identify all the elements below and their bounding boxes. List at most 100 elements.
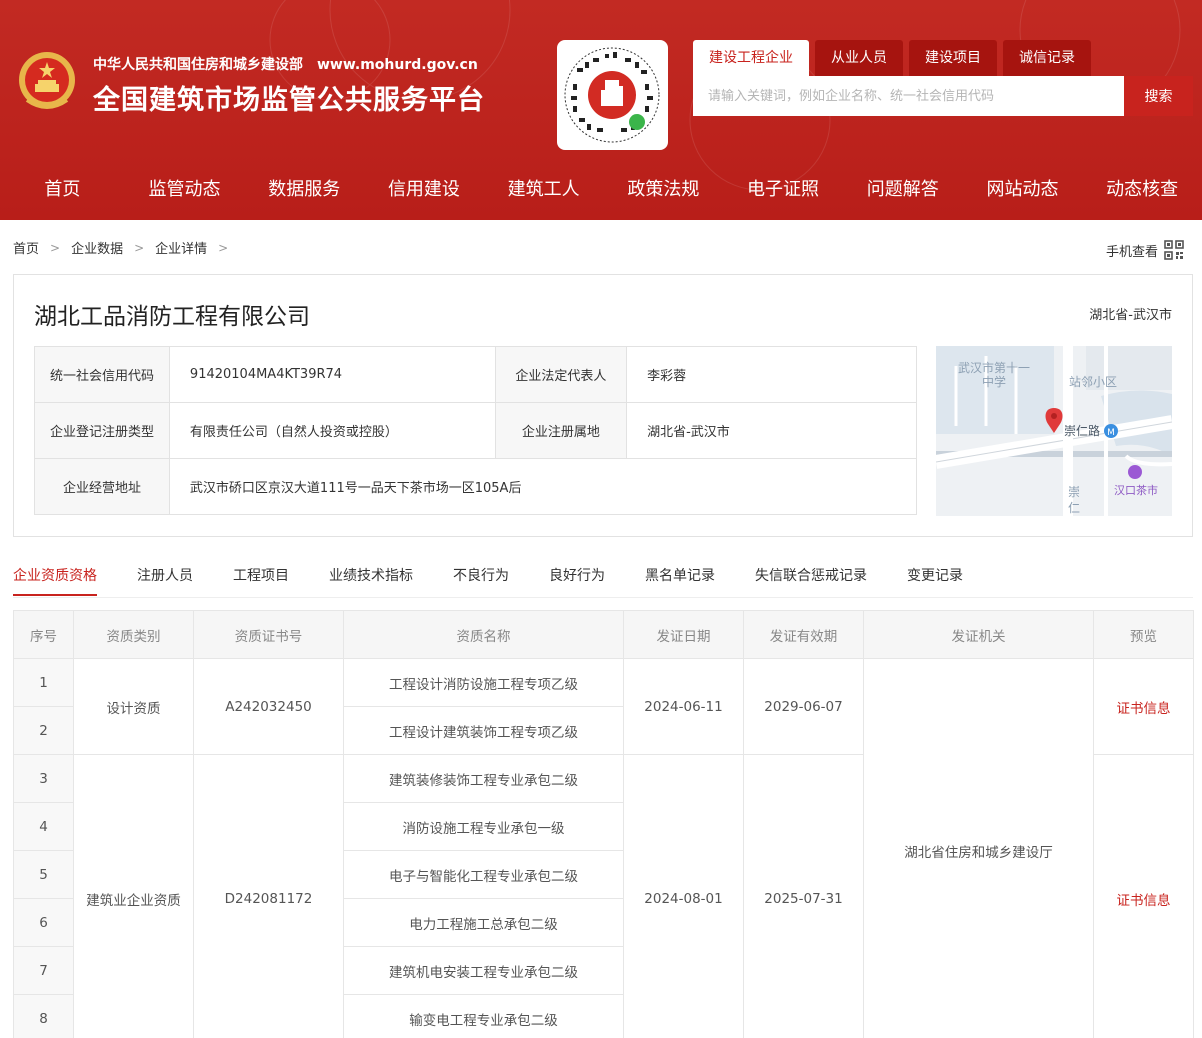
tab-good-conduct[interactable]: 良好行为 — [549, 566, 605, 596]
issue-date: 2024-08-01 — [623, 754, 744, 1038]
map-label-school: 武汉市第十一 — [958, 360, 1030, 375]
preview-cell: 证书信息 — [1093, 658, 1194, 755]
nav-e-license[interactable]: 电子证照 — [723, 160, 843, 220]
ministry-name: 中华人民共和国住房和城乡建设部 — [93, 57, 303, 73]
tab-registered-staff[interactable]: 注册人员 — [137, 566, 193, 596]
tab-joint-punishment[interactable]: 失信联合惩戒记录 — [755, 566, 867, 596]
row-no: 7 — [13, 946, 74, 995]
issuing-authority: 湖北省住房和城乡建设厅 — [863, 658, 1094, 1038]
tab-bad-conduct[interactable]: 不良行为 — [453, 566, 509, 596]
info-row: 企业登记注册类型 有限责任公司（自然人投资或控股） 企业注册属地 湖北省-武汉市 — [34, 402, 917, 459]
address-label: 企业经营地址 — [34, 458, 170, 515]
reg-place-label: 企业注册属地 — [494, 402, 628, 459]
map-label-road-v2: 仁 — [1068, 501, 1080, 515]
tab-change-records[interactable]: 变更记录 — [907, 566, 963, 596]
svg-text:M: M — [1107, 428, 1115, 438]
table-row: 1 设计资质 A242032450 工程设计消防设施工程专项乙级 2024-06… — [13, 658, 1194, 1038]
row-no: 5 — [13, 850, 74, 899]
map-label-road: 崇仁路 — [1064, 423, 1100, 438]
preview-cell: 证书信息 — [1093, 754, 1194, 1038]
tab-projects[interactable]: 工程项目 — [233, 566, 289, 596]
location-map[interactable]: 武汉市第十一 中学 站邻小区 崇仁路 M 汉口茶市 崇 仁 — [936, 346, 1172, 516]
breadcrumb: 首页 > 企业数据 > 企业详情 > — [13, 238, 239, 258]
qual-name: 输变电工程专业承包二级 — [343, 994, 624, 1038]
search-type-tabs: 建设工程企业 从业人员 建设项目 诚信记录 — [693, 40, 1097, 76]
row-no: 4 — [13, 802, 74, 851]
company-region: 湖北省-武汉市 — [1089, 308, 1172, 323]
tab-performance[interactable]: 业绩技术指标 — [329, 566, 413, 596]
search-tab-enterprise[interactable]: 建设工程企业 — [693, 40, 809, 76]
cert-info-link[interactable]: 证书信息 — [1117, 893, 1171, 909]
qual-name: 建筑装修装饰工程专业承包二级 — [343, 754, 624, 803]
table-header-row: 序号 资质类别 资质证书号 资质名称 发证日期 发证有效期 发证机关 预览 — [13, 610, 1194, 659]
valid-until: 2029-06-07 — [743, 658, 864, 755]
legal-rep-value: 李彩蓉 — [626, 346, 917, 403]
breadcrumb-enterprise-detail[interactable]: 企业详情 — [155, 238, 207, 257]
map-label-tea-market: 汉口茶市 — [1114, 483, 1158, 497]
search-bar: 搜索 — [693, 76, 1193, 116]
search-tab-personnel[interactable]: 从业人员 — [815, 40, 903, 76]
ministry-url[interactable]: www.mohurd.gov.cn — [317, 57, 478, 73]
search-button[interactable]: 搜索 — [1124, 76, 1193, 116]
company-name: 湖北工品消防工程有限公司 — [34, 304, 310, 330]
legal-rep-label: 企业法定代表人 — [494, 346, 628, 403]
qr-code-icon — [564, 47, 660, 143]
site-title: 全国建筑市场监管公共服务平台 — [93, 85, 485, 116]
mini-program-qr — [557, 40, 668, 150]
qual-category: 设计资质 — [73, 658, 194, 755]
nav-faq[interactable]: 问题解答 — [843, 160, 963, 220]
info-row: 企业经营地址 武汉市硚口区京汉大道111号一品天下茶市场一区105A后 — [34, 458, 918, 515]
detail-tabs: 企业资质资格 注册人员 工程项目 业绩技术指标 不良行为 良好行为 黑名单记录 … — [13, 566, 1003, 598]
nav-credit[interactable]: 信用建设 — [364, 160, 484, 220]
company-info-table: 统一社会信用代码 91420104MA4KT39R74 企业法定代表人 李彩蓉 … — [34, 346, 918, 515]
qr-code-icon — [1164, 240, 1184, 260]
mobile-view-button[interactable]: 手机查看 — [1106, 240, 1184, 260]
row-no: 2 — [13, 706, 74, 755]
mobile-view-label: 手机查看 — [1106, 244, 1159, 260]
col-header-name: 资质名称 — [343, 610, 624, 659]
issue-date: 2024-06-11 — [623, 658, 744, 755]
qualification-table: 序号 资质类别 资质证书号 资质名称 发证日期 发证有效期 发证机关 预览 1 … — [13, 610, 1194, 1038]
main-nav: 首页 监管动态 数据服务 信用建设 建筑工人 政策法规 电子证照 问题解答 网站… — [0, 160, 1202, 220]
search-tab-project[interactable]: 建设项目 — [909, 40, 997, 76]
nav-data-service[interactable]: 数据服务 — [244, 160, 364, 220]
company-info-card: 湖北工品消防工程有限公司 湖北省-武汉市 统一社会信用代码 91420104MA… — [13, 274, 1193, 537]
tab-blacklist[interactable]: 黑名单记录 — [645, 566, 715, 596]
search-input[interactable] — [693, 76, 1124, 116]
qual-name: 消防设施工程专业承包一级 — [343, 802, 624, 851]
map-label-road-v1: 崇 — [1068, 485, 1080, 499]
row-no: 1 — [13, 658, 74, 707]
tabs-divider — [13, 597, 1193, 598]
breadcrumb-enterprise-data[interactable]: 企业数据 — [71, 238, 123, 257]
nav-dynamic-check[interactable]: 动态核查 — [1082, 160, 1202, 220]
map-label-community: 站邻小区 — [1069, 375, 1117, 389]
nav-policy[interactable]: 政策法规 — [604, 160, 724, 220]
col-header-cert-no: 资质证书号 — [193, 610, 344, 659]
nav-supervision-news[interactable]: 监管动态 — [125, 160, 245, 220]
col-header-preview: 预览 — [1093, 610, 1194, 659]
valid-until: 2025-07-31 — [743, 754, 864, 1038]
breadcrumb-home[interactable]: 首页 — [13, 238, 39, 257]
col-header-valid-until: 发证有效期 — [743, 610, 864, 659]
qual-name: 工程设计消防设施工程专项乙级 — [343, 658, 624, 707]
cert-number: A242032450 — [193, 658, 344, 755]
qual-name: 建筑机电安装工程专业承包二级 — [343, 946, 624, 995]
row-no: 8 — [13, 994, 74, 1038]
nav-workers[interactable]: 建筑工人 — [484, 160, 604, 220]
chevron-right-icon: > — [134, 240, 145, 255]
qual-category: 建筑业企业资质 — [73, 754, 194, 1038]
nav-home[interactable]: 首页 — [0, 160, 125, 220]
poi-icon — [1128, 465, 1142, 479]
map-label-school-2: 中学 — [982, 374, 1006, 389]
tab-qualification[interactable]: 企业资质资格 — [13, 566, 97, 596]
credit-code-value: 91420104MA4KT39R74 — [168, 346, 496, 403]
cert-info-link[interactable]: 证书信息 — [1117, 701, 1171, 717]
address-value: 武汉市硚口区京汉大道111号一品天下茶市场一区105A后 — [168, 458, 918, 515]
ministry-line: 中华人民共和国住房和城乡建设部 www.mohurd.gov.cn — [93, 54, 478, 74]
search-tab-credit[interactable]: 诚信记录 — [1003, 40, 1091, 76]
col-header-category: 资质类别 — [73, 610, 194, 659]
qual-name: 电力工程施工总承包二级 — [343, 898, 624, 947]
nav-site-news[interactable]: 网站动态 — [963, 160, 1083, 220]
col-header-issue-date: 发证日期 — [623, 610, 744, 659]
national-emblem-icon — [19, 52, 75, 109]
